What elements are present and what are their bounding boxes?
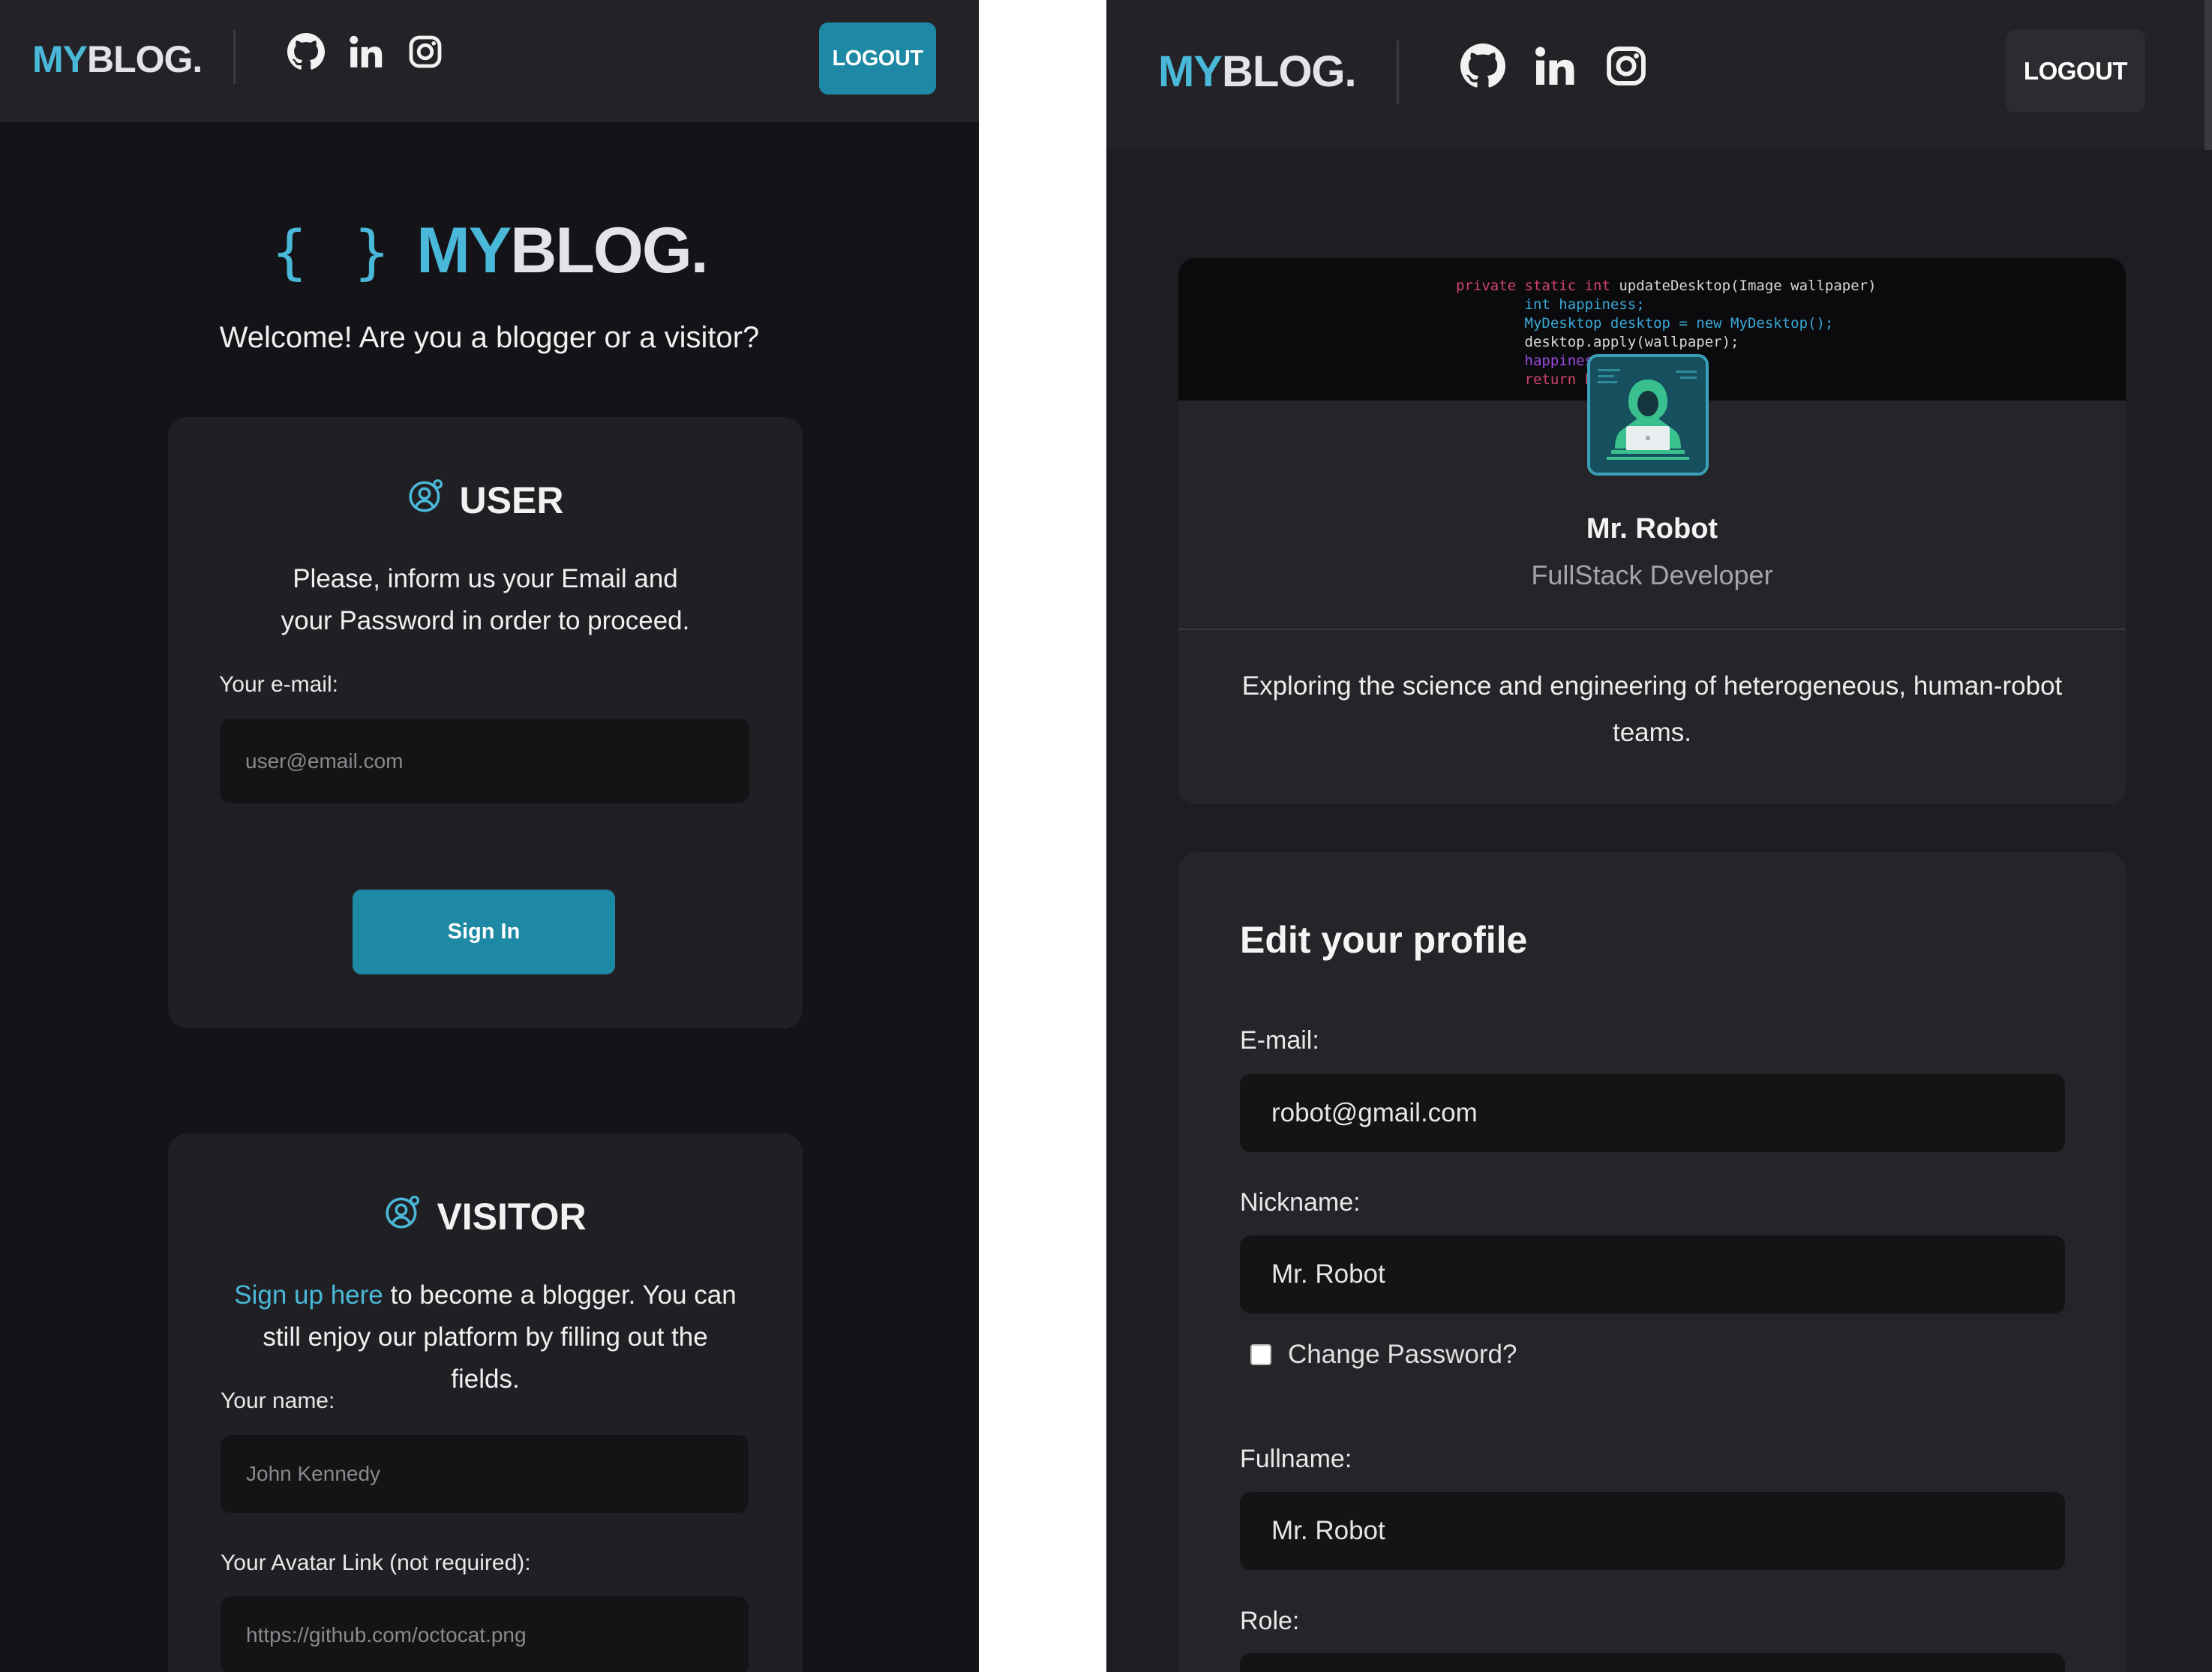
welcome-text: Welcome! Are you a blogger or a visitor? xyxy=(219,321,760,354)
avatar-link-input[interactable] xyxy=(221,1596,749,1672)
linkedin-icon[interactable] xyxy=(347,33,385,71)
social-links xyxy=(1460,44,1648,89)
fullname-label: Fullname: xyxy=(1240,1445,1352,1473)
logout-button[interactable]: LOGOUT xyxy=(2006,30,2145,113)
role-field[interactable] xyxy=(1240,1653,2065,1672)
change-password-checkbox[interactable] xyxy=(1250,1344,1271,1365)
code-line: MyDesktop desktop = new MyDesktop(); xyxy=(1490,315,1834,332)
hero-logo-blog: BLOG. xyxy=(510,215,708,287)
github-icon[interactable] xyxy=(287,33,325,71)
user-settings-icon xyxy=(407,477,445,524)
change-password-label: Change Password? xyxy=(1288,1340,1517,1369)
linkedin-icon[interactable] xyxy=(1532,44,1577,89)
visitor-card-title: VISITOR xyxy=(168,1193,803,1240)
edit-profile-form: Edit your profile E-mail: Nickname: Chan… xyxy=(1178,852,2126,1672)
braces-icon: { } xyxy=(272,219,396,287)
hero-logo: { } MYBLOG. xyxy=(0,214,979,288)
email-label: Your e-mail: xyxy=(219,672,338,697)
profile-bio: Exploring the science and engineering of… xyxy=(1241,671,2063,747)
name-label: Your name: xyxy=(221,1388,335,1413)
instagram-icon[interactable] xyxy=(1604,44,1648,88)
login-page-panel: MYBLOG. LOGOUT { } MYBLOG. Welcome! Are y… xyxy=(0,0,979,1672)
logo-my-text: MY xyxy=(1158,47,1223,96)
hacker-avatar-icon xyxy=(1590,357,1706,473)
logo-blog-text: BLOG. xyxy=(1222,47,1357,96)
hero-logo-my: MY xyxy=(416,215,512,287)
site-logo[interactable]: MYBLOG. xyxy=(1158,47,1357,97)
top-navbar: MYBLOG. LOGOUT xyxy=(1106,0,2212,149)
avatar[interactable] xyxy=(1587,354,1709,476)
sign-up-link[interactable]: Sign up here xyxy=(234,1280,383,1310)
logo-my-text: MY xyxy=(32,38,88,80)
profile-divider xyxy=(1178,629,2126,630)
nickname-field[interactable] xyxy=(1240,1235,2065,1313)
visitor-card-instructions: Sign up here to become a blogger. You ca… xyxy=(191,1274,780,1400)
nickname-label: Nickname: xyxy=(1240,1188,1361,1217)
user-card-title: USER xyxy=(168,477,803,524)
scrollbar[interactable] xyxy=(2204,0,2212,150)
email-label: E-mail: xyxy=(1240,1026,1319,1055)
header-divider xyxy=(233,30,236,84)
instagram-icon[interactable] xyxy=(407,34,443,70)
profile-card: private static int updateDesktop(Image w… xyxy=(1178,258,2126,804)
role-label: Role: xyxy=(1240,1607,1300,1635)
user-settings-icon xyxy=(384,1193,422,1240)
user-title-text: USER xyxy=(459,479,564,521)
logo-blog-text: BLOG. xyxy=(87,38,203,80)
user-login-card: USER Please, inform us your Email and yo… xyxy=(168,417,803,1028)
profile-page-panel: MYBLOG. LOGOUT private static int update… xyxy=(1106,0,2212,1672)
github-icon[interactable] xyxy=(1460,44,1505,89)
code-line: updateDesktop(Image wallpaper) xyxy=(1619,278,1877,294)
email-field[interactable] xyxy=(1240,1074,2065,1152)
top-navbar: MYBLOG. LOGOUT xyxy=(0,0,979,122)
profile-role: FullStack Developer xyxy=(1531,560,1773,590)
email-input[interactable] xyxy=(220,719,749,803)
code-line: int happiness; xyxy=(1490,296,1645,313)
sign-in-button[interactable]: Sign In xyxy=(353,890,615,974)
change-password-row: Change Password? xyxy=(1250,1340,1517,1370)
profile-name: Mr. Robot xyxy=(1586,513,1718,545)
social-links xyxy=(287,33,443,71)
edit-profile-title: Edit your profile xyxy=(1240,919,1528,961)
visitor-title-text: VISITOR xyxy=(437,1196,587,1238)
visitor-card: VISITOR Sign up here to become a blogger… xyxy=(168,1133,803,1672)
code-line: desktop.apply(wallpaper); xyxy=(1490,334,1739,350)
name-input[interactable] xyxy=(221,1435,749,1513)
fullname-field[interactable] xyxy=(1240,1492,2065,1570)
site-logo[interactable]: MYBLOG. xyxy=(32,38,203,81)
user-card-instructions: Please, inform us your Email and your Pa… xyxy=(281,564,690,635)
avatar-link-label: Your Avatar Link (not required): xyxy=(221,1550,531,1575)
header-divider xyxy=(1397,41,1399,104)
logout-button[interactable]: LOGOUT xyxy=(819,23,936,95)
